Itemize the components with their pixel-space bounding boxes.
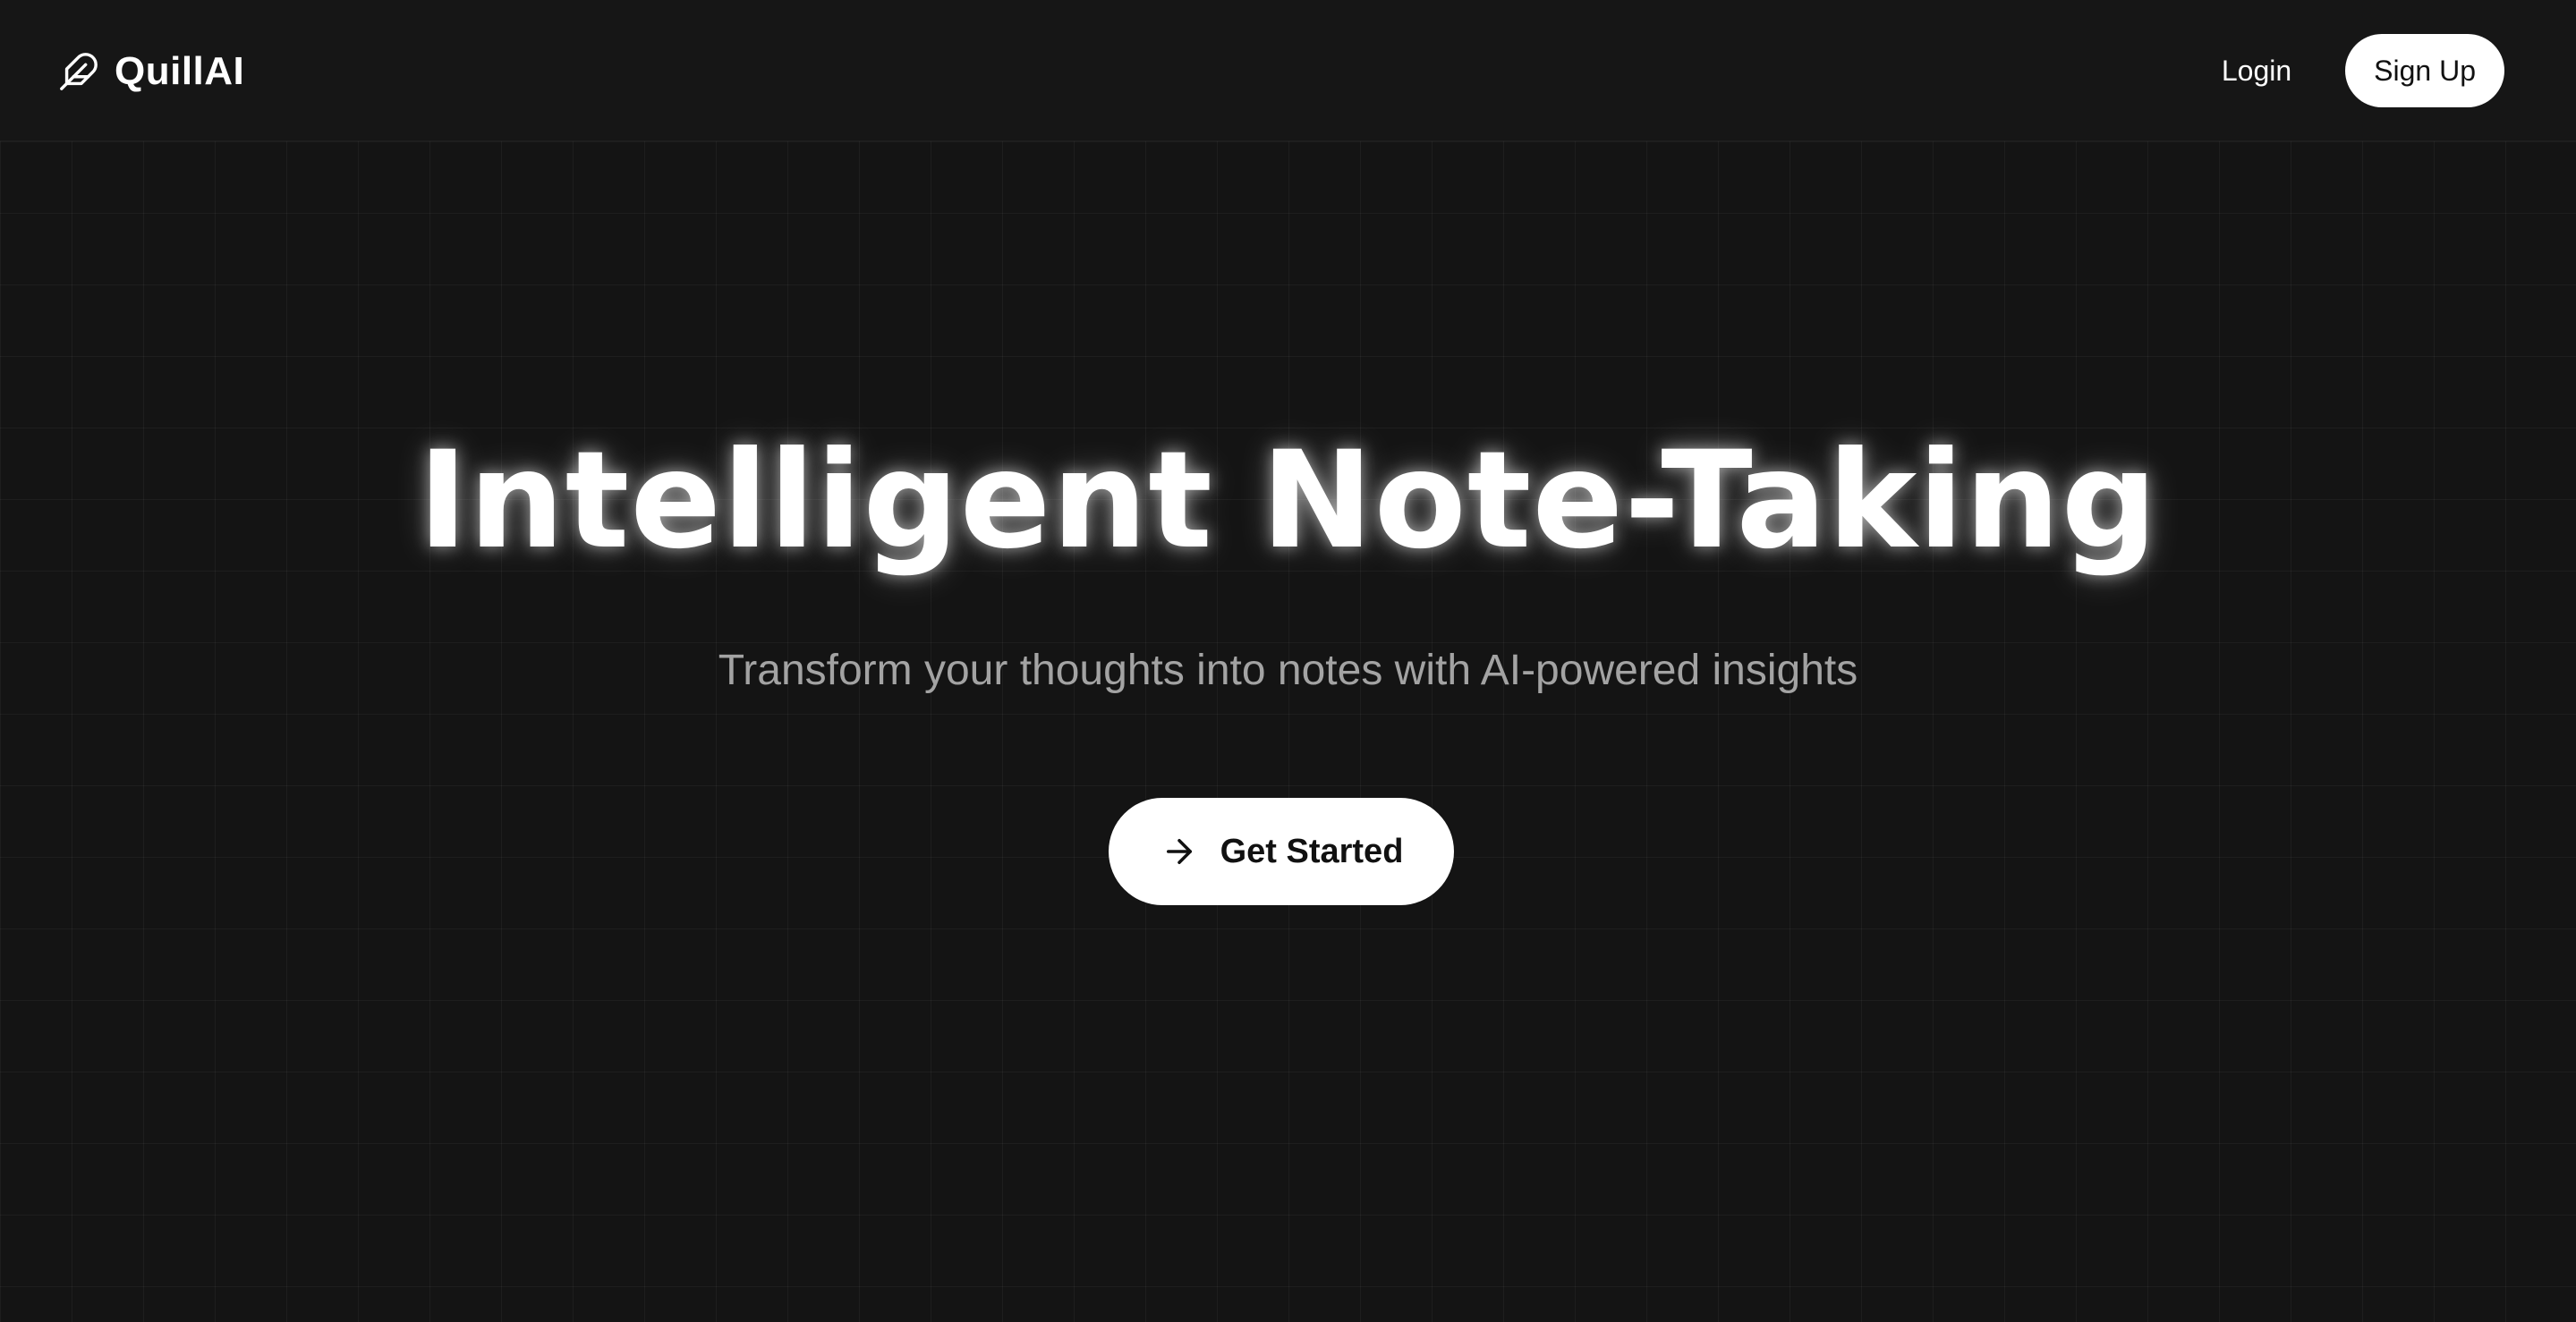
hero-subtitle: Transform your thoughts into notes with … bbox=[718, 647, 1858, 694]
hero-section: Intelligent Note-Taking Transform your t… bbox=[0, 0, 2576, 1322]
landing-page: QuillAI Login Sign Up Intelligent Note-T… bbox=[0, 0, 2576, 1322]
hero-title: Intelligent Note-Taking bbox=[418, 423, 2158, 579]
get-started-label: Get Started bbox=[1220, 832, 1404, 870]
get-started-button[interactable]: Get Started bbox=[1109, 798, 1454, 905]
arrow-right-icon bbox=[1160, 832, 1199, 871]
